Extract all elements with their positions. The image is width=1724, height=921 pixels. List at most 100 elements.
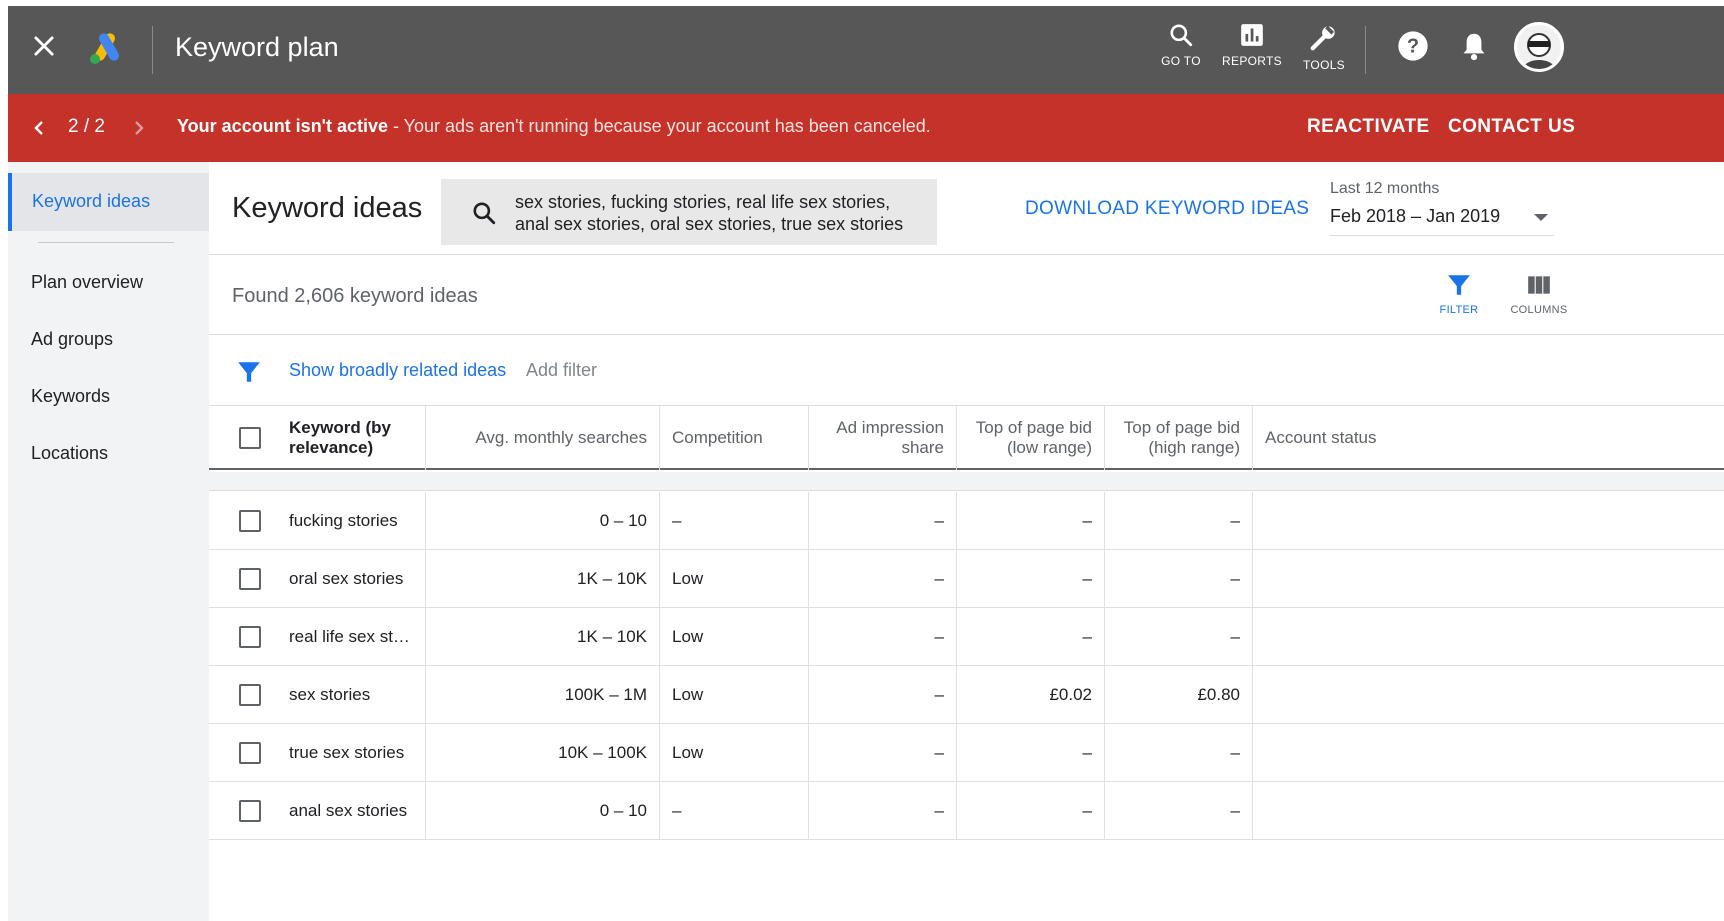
table-row[interactable]: oral sex stories 1K – 10K Low – – –: [209, 550, 1724, 608]
tools-label: TOOLS: [1303, 58, 1345, 72]
table-spacer-row: [209, 472, 1724, 491]
goto-label: GO TO: [1161, 54, 1201, 68]
bid-high-cell: –: [1105, 608, 1253, 666]
row-checkbox[interactable]: [239, 742, 261, 764]
row-checkbox[interactable]: [239, 626, 261, 648]
alert-message-bold: Your account isn't active: [177, 116, 388, 136]
sidebar-divider: [38, 242, 174, 243]
column-header-bid-low[interactable]: Top of page bid (low range): [957, 406, 1105, 470]
table-row[interactable]: real life sex st… 1K – 10K Low – – –: [209, 608, 1724, 666]
reports-label: REPORTS: [1222, 54, 1282, 68]
main-content: Keyword ideas sex stories, fucking stori…: [209, 162, 1724, 921]
sidebar-item-locations[interactable]: Locations: [31, 443, 108, 464]
keyword-cell: real life sex st…: [277, 608, 426, 666]
filter-label: FILTER: [1439, 304, 1479, 316]
topbar-separator: [1365, 26, 1366, 74]
select-all-checkbox[interactable]: [239, 427, 261, 449]
results-count: Found 2,606 keyword ideas: [232, 285, 478, 307]
bid-low-cell: –: [957, 608, 1105, 666]
account-alert-bar: 2 / 2 Your account isn't active - Your a…: [8, 94, 1724, 162]
keyword-search-box[interactable]: sex stories, fucking stories, real life …: [441, 179, 937, 245]
help-icon[interactable]: ?: [1397, 30, 1429, 62]
page-title: Keyword plan: [175, 32, 339, 62]
topbar-divider: [152, 26, 153, 74]
competition-cell: Low: [660, 608, 809, 666]
table-row[interactable]: true sex stories 10K – 100K Low – – –: [209, 724, 1724, 782]
column-header-competition[interactable]: Competition: [660, 406, 809, 470]
table-row[interactable]: fucking stories 0 – 10 – – – –: [209, 492, 1724, 550]
impression-share-cell: –: [809, 666, 957, 724]
keyword-cell: sex stories: [277, 666, 426, 724]
impression-share-cell: –: [809, 724, 957, 782]
bid-high-cell: –: [1105, 782, 1253, 840]
impression-share-cell: –: [809, 608, 957, 666]
row-checkbox[interactable]: [239, 510, 261, 532]
avatar-icon: [1523, 33, 1555, 69]
sidebar-item-keyword-ideas[interactable]: Keyword ideas: [8, 173, 209, 231]
competition-cell: Low: [660, 666, 809, 724]
row-checkbox[interactable]: [239, 568, 261, 590]
alert-message-rest: - Your ads aren't running because your a…: [388, 116, 931, 136]
searches-cell: 0 – 10: [426, 492, 660, 550]
impression-share-cell: –: [809, 492, 957, 550]
notifications-bell-icon[interactable]: [1459, 30, 1489, 62]
tools-button[interactable]: TOOLS: [1284, 22, 1364, 72]
searches-cell: 1K – 10K: [426, 608, 660, 666]
date-range-selector[interactable]: Last 12 months Feb 2018 – Jan 2019: [1330, 180, 1554, 236]
table-row[interactable]: sex stories 100K – 1M Low – £0.02 £0.80: [209, 666, 1724, 724]
show-broadly-related-ideas-link[interactable]: Show broadly related ideas: [289, 360, 506, 381]
date-range-label: Last 12 months: [1330, 180, 1440, 197]
sidebar-item-keywords[interactable]: Keywords: [31, 386, 110, 407]
filter-icon: [1448, 275, 1470, 295]
reactivate-button[interactable]: REACTIVATE: [1307, 116, 1430, 138]
section-title: Keyword ideas: [232, 192, 423, 224]
searches-cell: 100K – 1M: [426, 666, 660, 724]
wrench-icon: [1310, 25, 1335, 51]
reports-icon: [1241, 24, 1263, 46]
columns-label: COLUMNS: [1510, 304, 1568, 316]
chevron-left-icon[interactable]: [30, 118, 48, 138]
columns-icon: [1528, 276, 1550, 294]
bid-low-cell: –: [957, 782, 1105, 840]
download-keyword-ideas-button[interactable]: DOWNLOAD KEYWORD IDEAS: [1025, 198, 1309, 220]
search-icon: [1170, 24, 1193, 47]
competition-cell: –: [660, 782, 809, 840]
competition-cell: –: [660, 492, 809, 550]
column-header-bid-high[interactable]: Top of page bid (high range): [1105, 406, 1253, 470]
row-checkbox[interactable]: [239, 684, 261, 706]
search-query-text: sex stories, fucking stories, real life …: [515, 192, 904, 234]
chevron-down-icon: [1534, 214, 1548, 221]
goto-button[interactable]: GO TO: [1141, 22, 1221, 68]
sidebar-item-label: Keyword ideas: [32, 191, 151, 211]
competition-cell: Low: [660, 724, 809, 782]
sidebar-nav: Keyword ideas Plan overview Ad groups Ke…: [8, 162, 209, 921]
divider: [209, 334, 1724, 335]
alert-pager: 2 / 2: [68, 116, 105, 137]
sidebar-item-plan-overview[interactable]: Plan overview: [31, 272, 143, 293]
impression-share-cell: –: [809, 782, 957, 840]
date-range-value: Feb 2018 – Jan 2019: [1330, 206, 1501, 226]
columns-button[interactable]: COLUMNS: [1506, 272, 1572, 316]
row-checkbox[interactable]: [239, 800, 261, 822]
bid-low-cell: £0.02: [957, 666, 1105, 724]
bid-low-cell: –: [957, 550, 1105, 608]
column-header-account-status[interactable]: Account status: [1253, 406, 1553, 470]
filter-button[interactable]: FILTER: [1429, 272, 1489, 316]
close-icon[interactable]: [30, 32, 58, 60]
keyword-cell: fucking stories: [277, 492, 426, 550]
column-header-searches[interactable]: Avg. monthly searches: [426, 406, 660, 470]
search-icon: [473, 202, 496, 225]
add-filter-button[interactable]: Add filter: [526, 360, 597, 381]
column-header-impression-share[interactable]: Ad impression share: [809, 406, 957, 470]
bid-high-cell: –: [1105, 724, 1253, 782]
column-header-keyword[interactable]: Keyword (by relevance): [277, 406, 426, 470]
alert-message: Your account isn't active - Your ads are…: [177, 116, 931, 137]
contact-us-button[interactable]: CONTACT US: [1448, 116, 1575, 138]
sidebar-item-ad-groups[interactable]: Ad groups: [31, 329, 113, 350]
bid-low-cell: –: [957, 724, 1105, 782]
reports-button[interactable]: REPORTS: [1212, 22, 1292, 68]
table-row[interactable]: anal sex stories 0 – 10 – – – –: [209, 782, 1724, 840]
account-avatar[interactable]: [1514, 22, 1564, 72]
searches-cell: 0 – 10: [426, 782, 660, 840]
bid-high-cell: –: [1105, 492, 1253, 550]
